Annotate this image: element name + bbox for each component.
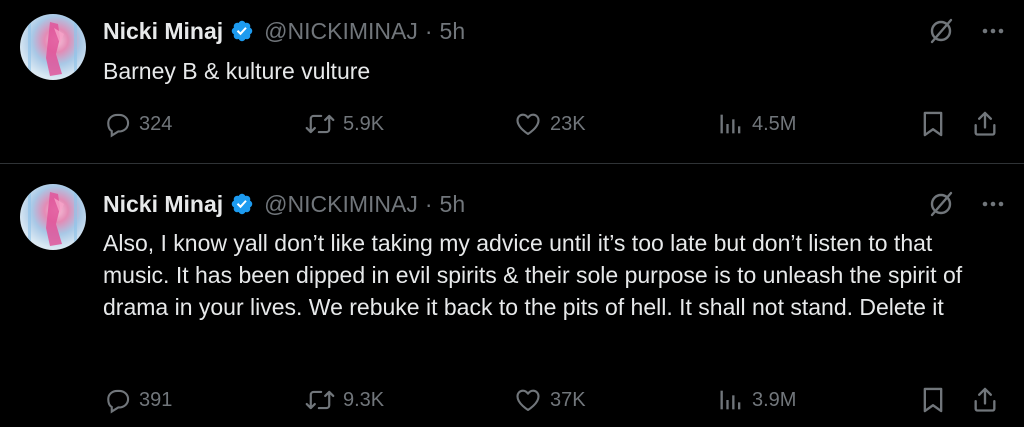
bookmark-button[interactable] <box>920 386 954 414</box>
views-icon <box>720 390 741 410</box>
author-name[interactable]: Nicki Minaj <box>103 191 223 218</box>
tweet-text: Also, I know yall don’t like taking my a… <box>103 230 963 320</box>
tweet-text: Barney B & kulture vulture <box>103 58 371 84</box>
repost-button[interactable]: 5.9K <box>305 110 384 138</box>
reply-button[interactable]: 324 <box>103 110 172 138</box>
reply-count: 324 <box>139 112 173 135</box>
like-icon <box>516 113 540 135</box>
more-icon[interactable] <box>982 28 1004 34</box>
tweet-header: Nicki Minaj @NICKIMINAJ · 5h <box>103 16 465 46</box>
tweet-actions: 391 9.3K 37K 3.9M <box>103 386 1003 418</box>
views-button[interactable]: 3.9M <box>718 386 796 414</box>
like-count: 23K <box>550 112 586 135</box>
share-icon <box>974 387 996 412</box>
repost-button[interactable]: 9.3K <box>305 386 384 414</box>
timestamp[interactable]: 5h <box>440 18 466 45</box>
author-handle[interactable]: @NICKIMINAJ <box>264 191 418 218</box>
grok-icon[interactable] <box>928 18 954 44</box>
avatar[interactable] <box>20 184 86 250</box>
views-count: 3.9M <box>752 388 797 411</box>
author-handle[interactable]: @NICKIMINAJ <box>264 18 418 45</box>
share-icon <box>974 111 996 136</box>
author-name[interactable]: Nicki Minaj <box>103 18 223 45</box>
reply-icon <box>107 389 130 414</box>
like-button[interactable]: 23K <box>514 110 586 138</box>
like-count: 37K <box>550 388 586 411</box>
bookmark-button[interactable] <box>920 110 954 138</box>
views-icon <box>720 114 741 134</box>
avatar[interactable] <box>20 14 86 80</box>
tweet-2[interactable]: Nicki Minaj @NICKIMINAJ · 5h Also, I kno… <box>0 164 1024 427</box>
bookmark-icon <box>923 111 943 137</box>
views-button[interactable]: 4.5M <box>718 110 796 138</box>
tweet-actions: 324 5.9K 23K 4.5M <box>103 110 1003 142</box>
like-button[interactable]: 37K <box>514 386 586 414</box>
tweet-top-actions <box>928 18 1004 44</box>
reply-count: 391 <box>139 388 173 411</box>
reply-button[interactable]: 391 <box>103 386 172 414</box>
grok-icon[interactable] <box>928 191 954 217</box>
more-icon[interactable] <box>982 201 1004 207</box>
bookmark-icon <box>923 387 943 413</box>
reply-icon <box>107 113 130 138</box>
verified-badge-icon <box>231 193 253 215</box>
share-button[interactable] <box>972 386 1006 414</box>
tweet-1[interactable]: Nicki Minaj @NICKIMINAJ · 5h Barney B & … <box>0 0 1024 163</box>
repost-count: 9.3K <box>343 388 385 411</box>
share-button[interactable] <box>972 110 1006 138</box>
timestamp[interactable]: 5h <box>440 191 466 218</box>
repost-icon <box>305 390 335 410</box>
timeline-feed: Nicki Minaj @NICKIMINAJ · 5h Barney B & … <box>0 0 1024 427</box>
like-icon <box>516 389 540 411</box>
separator-dot: · <box>424 17 433 44</box>
tweet-top-actions <box>928 191 1004 217</box>
separator-dot: · <box>424 190 433 217</box>
repost-icon <box>305 114 335 134</box>
repost-count: 5.9K <box>343 112 385 135</box>
tweet-header: Nicki Minaj @NICKIMINAJ · 5h <box>103 189 465 219</box>
views-count: 4.5M <box>752 112 797 135</box>
verified-badge-icon <box>231 20 253 42</box>
